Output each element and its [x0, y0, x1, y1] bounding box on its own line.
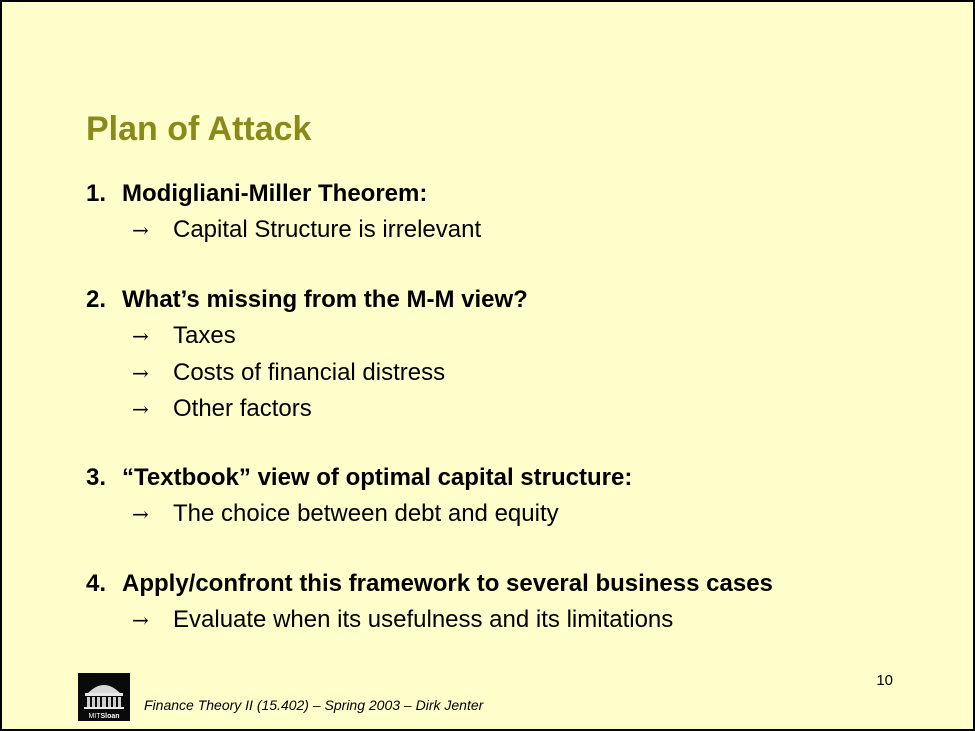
section-heading: 4. Apply/confront this framework to seve… [86, 566, 773, 602]
section-4: 4. Apply/confront this framework to seve… [86, 566, 773, 639]
section-heading-text: Modigliani-Miller Theorem: [122, 180, 428, 207]
page-number: 10 [876, 672, 893, 689]
section-number: 3. [86, 464, 107, 491]
bullet-text: Taxes [173, 322, 236, 349]
bullet-item: → Taxes [86, 318, 528, 355]
section-1: 1. Modigliani-Miller Theorem: → Capital … [86, 176, 481, 249]
bullet-item: → Capital Structure is irrelevant [86, 212, 481, 249]
slide: Plan of Attack 1. Modigliani-Miller Theo… [0, 0, 975, 731]
section-heading-text: Apply/confront this framework to several… [122, 570, 773, 597]
right-arrow-icon: → [132, 360, 149, 385]
section-heading-text: “Textbook” view of optimal capital struc… [122, 464, 633, 491]
bullet-text: Costs of financial distress [173, 358, 446, 386]
bullet-item: → Other factors [86, 391, 528, 428]
footer-text: Finance Theory II (15.402) – Spring 2003… [144, 697, 484, 713]
bullet-text: Capital Structure is irrelevant [173, 216, 482, 243]
right-arrow-icon: → [132, 502, 149, 526]
section-2: 2. What’s missing from the M-M view? → T… [86, 282, 528, 428]
mit-sloan-dome-logo-icon: MITSloan [78, 673, 130, 721]
bullet-text: Evaluate when its usefulness and its lim… [173, 606, 674, 633]
right-arrow-icon: → [132, 397, 149, 421]
section-heading: 2. What’s missing from the M-M view? [86, 282, 528, 318]
bullet-item: → Evaluate when its usefulness and its l… [86, 602, 773, 639]
section-heading-text: What’s missing from the M-M view? [122, 286, 528, 313]
slide-title: Plan of Attack [86, 110, 312, 148]
section-number: 2. [86, 286, 107, 313]
bullet-item: → Costs of financial distress [86, 355, 528, 392]
section-heading: 3. “Textbook” view of optimal capital st… [86, 460, 632, 496]
section-number: 4. [86, 570, 107, 597]
svg-text:MITSloan: MITSloan [88, 713, 119, 720]
section-number: 1. [86, 180, 107, 207]
right-arrow-icon: → [132, 608, 149, 632]
right-arrow-icon: → [132, 218, 149, 242]
bullet-text: The choice between debt and equity [173, 500, 559, 527]
bullet-text: Other factors [173, 395, 312, 422]
section-heading: 1. Modigliani-Miller Theorem: [86, 176, 481, 212]
right-arrow-icon: → [132, 324, 149, 348]
bullet-item: → The choice between debt and equity [86, 496, 632, 533]
section-3: 3. “Textbook” view of optimal capital st… [86, 460, 632, 533]
